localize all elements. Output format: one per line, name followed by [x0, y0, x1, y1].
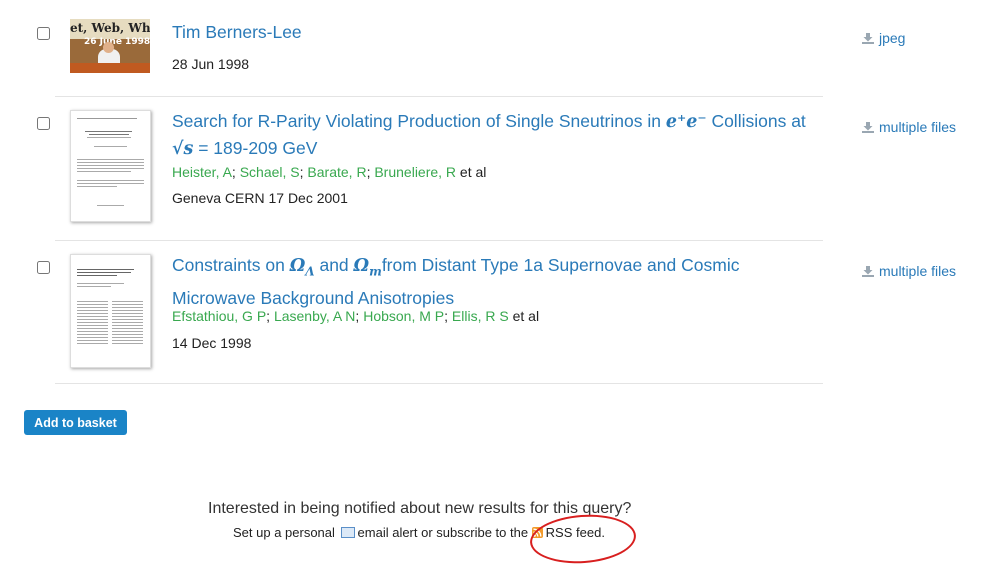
divider: [55, 96, 823, 97]
email-icon: [340, 527, 355, 538]
add-to-basket-button[interactable]: Add to basket: [24, 410, 127, 435]
record-checkbox[interactable]: [37, 117, 50, 130]
divider: [55, 383, 823, 384]
download-label: jpeg: [879, 30, 906, 46]
record-date: 14 Dec 1998: [172, 335, 252, 351]
title-text: Collisions at: [706, 111, 806, 131]
document-thumbnail[interactable]: [70, 254, 151, 368]
alert-text: or subscribe to the: [417, 525, 532, 540]
title-text: and: [314, 255, 354, 275]
record-title[interactable]: Constraints on ΩΛ and Ωmfrom Distant Typ…: [172, 252, 812, 311]
download-icon: [862, 264, 874, 280]
record-checkbox[interactable]: [37, 261, 50, 274]
et-al: et al: [508, 308, 540, 324]
alert-text: Set up a personal: [233, 525, 339, 540]
notify-question: Interested in being notified about new r…: [208, 500, 632, 517]
download-link[interactable]: jpeg: [862, 30, 905, 47]
document-thumbnail[interactable]: [70, 110, 151, 222]
red-annotation-circle: [528, 511, 638, 567]
title-math: Ω: [289, 256, 306, 276]
download-icon: [862, 120, 874, 136]
record-title[interactable]: Search for R-Parity Violating Production…: [172, 108, 812, 162]
thumb-caption-bottom: 26 June 1998: [84, 37, 150, 47]
record-imprint: Geneva CERN 17 Dec 2001: [172, 190, 348, 206]
author-link[interactable]: Barate, R: [307, 164, 366, 180]
author-link[interactable]: Ellis, R S: [452, 308, 509, 324]
author-link[interactable]: Heister, A: [172, 164, 232, 180]
author-link[interactable]: Efstathiou, G P: [172, 308, 266, 324]
record-date: 28 Jun 1998: [172, 56, 250, 72]
download-link[interactable]: multiple files: [862, 119, 956, 136]
author-link[interactable]: Bruneliere, R: [374, 164, 456, 180]
download-link[interactable]: multiple files: [862, 263, 956, 280]
download-label: multiple files: [879, 263, 957, 279]
record-checkbox[interactable]: [37, 27, 50, 40]
author-list: Heister, A; Schael, S; Barate, R; Brunel…: [172, 164, 487, 180]
title-math: √s: [172, 139, 194, 159]
title-math: e⁺e⁻: [665, 112, 707, 132]
title-text: Search for R-Parity Violating Production…: [172, 111, 666, 131]
title-math-subscript: m: [369, 264, 382, 279]
record-title[interactable]: Tim Berners-Lee: [172, 19, 812, 45]
author-list: Efstathiou, G P; Lasenby, A N; Hobson, M…: [172, 308, 540, 324]
divider: [55, 240, 823, 241]
author-link[interactable]: Hobson, M P: [363, 308, 444, 324]
author-link[interactable]: Lasenby, A N: [274, 308, 355, 324]
email-alert-link[interactable]: email alert: [358, 525, 418, 540]
title-math-subscript: Λ: [305, 264, 315, 279]
download-icon: [862, 31, 874, 47]
author-link[interactable]: Schael, S: [240, 164, 300, 180]
download-label: multiple files: [879, 119, 957, 135]
et-al: et al: [456, 164, 487, 180]
title-text: = 189-209 GeV: [193, 138, 318, 158]
title-math: Ω: [353, 256, 370, 276]
title-text: Constraints on: [172, 255, 290, 275]
photo-thumbnail[interactable]: et, Web, What 26 June 1998: [70, 19, 150, 73]
thumb-caption-top: et, Web, What: [70, 21, 150, 35]
